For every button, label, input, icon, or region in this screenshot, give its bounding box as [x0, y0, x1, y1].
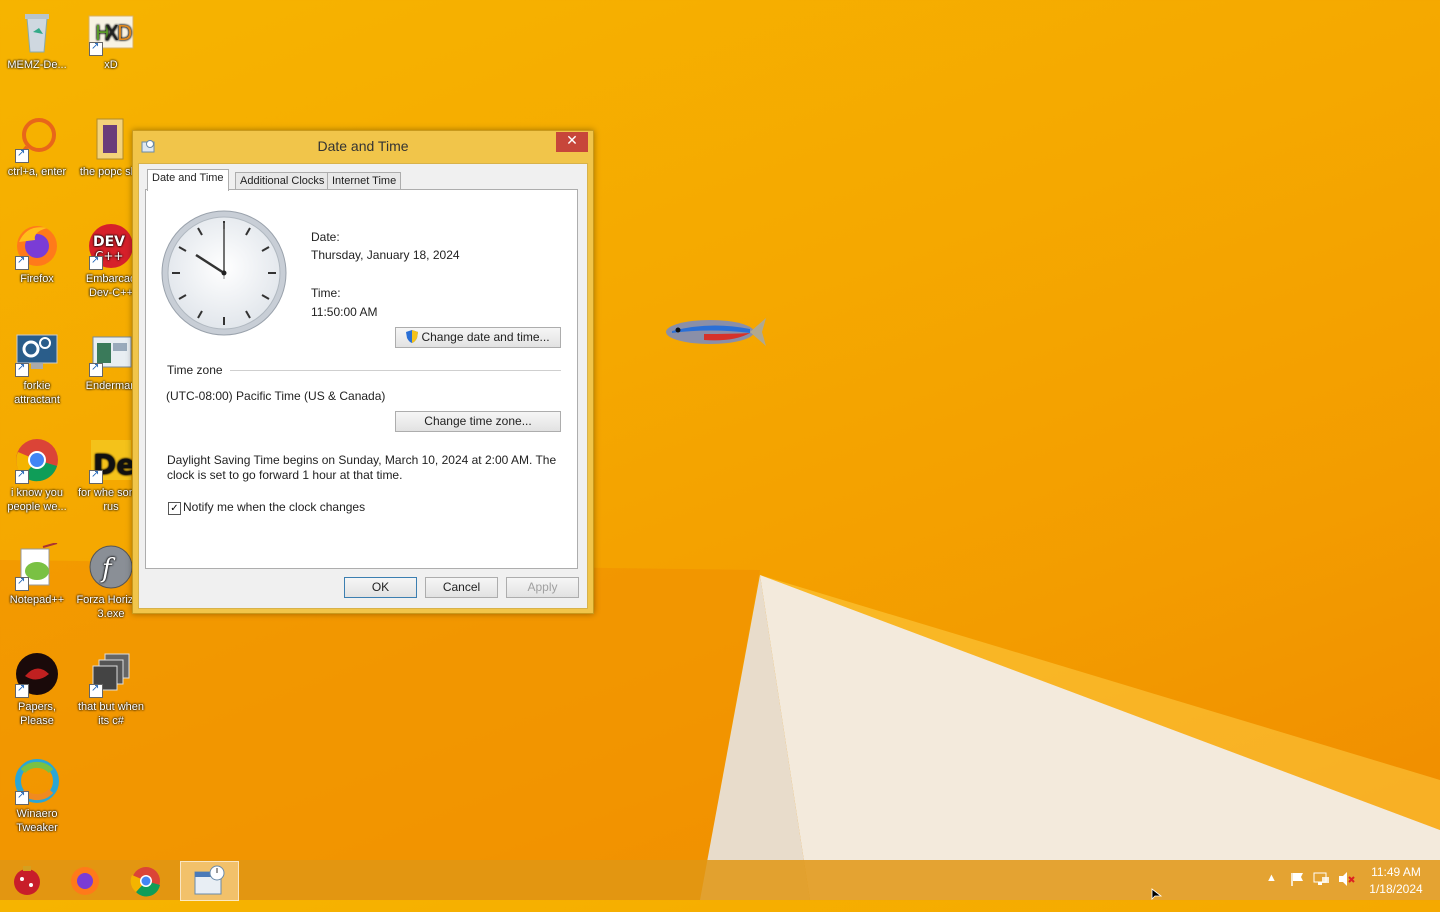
svg-text:DEV: DEV	[93, 234, 125, 250]
dialog-titlebar[interactable]: Date and Time ✕	[133, 131, 593, 161]
cancel-button[interactable]: Cancel	[425, 577, 498, 598]
desktop-icon-label: that but when its c#	[77, 701, 145, 727]
ok-button[interactable]: OK	[344, 577, 417, 598]
de-icon: De	[87, 436, 135, 484]
tab-panel: Date: Thursday, January 18, 2024 Time: 1…	[145, 189, 578, 569]
desktop-icon-label: Firefox	[20, 273, 54, 285]
tab-date-and-time[interactable]: Date and Time	[147, 169, 229, 191]
notify-checkbox[interactable]: ✓	[168, 502, 181, 515]
dst-notice-line2: clock is set to go forward 1 hour at tha…	[167, 468, 403, 482]
flash-icon: f	[87, 543, 135, 591]
fish-image	[666, 318, 766, 346]
date-time-dialog: Date and Time ✕ Date and Time Additional…	[132, 130, 594, 614]
desktop-icon-label: Papers, Please	[18, 701, 56, 727]
network-icon[interactable]	[1313, 871, 1331, 911]
taskbar-firefox[interactable]	[58, 861, 114, 899]
date-time-app-icon	[194, 865, 225, 895]
apply-button[interactable]: Apply	[506, 577, 579, 598]
desktop-icon-chrome[interactable]: i know you people we...	[0, 432, 74, 514]
volume-muted-icon[interactable]	[1338, 871, 1356, 911]
xd-icon: HXD	[87, 8, 135, 56]
change-time-zone-button[interactable]: Change time zone...	[395, 411, 561, 432]
desktop-icon-label: xD	[104, 59, 118, 71]
window-icon	[87, 329, 135, 377]
desktop-icon-label: ctrl+a, enter	[7, 166, 67, 178]
monitor-gear-icon	[13, 329, 61, 377]
stack-icon	[87, 650, 135, 698]
taskbar: ▲ 11:49 AM 1/18/2024	[0, 860, 1440, 901]
chrome-icon	[130, 867, 160, 897]
action-center-flag-icon[interactable]	[1289, 871, 1305, 911]
timezone-heading: Time zone	[167, 363, 223, 377]
desktop-icon-ctrl-a[interactable]: ctrl+a, enter	[0, 111, 74, 179]
firefox-icon	[13, 222, 61, 270]
change-date-time-label: Change date and time...	[421, 330, 550, 344]
dialog-body: Date and Time Additional Clocks Internet…	[138, 163, 588, 609]
clock-time: 11:49 AM	[1371, 865, 1421, 879]
time-value: 11:50:00 AM	[311, 305, 378, 319]
desktop-icon-label: Notepad++	[9, 594, 65, 606]
notepadpp-icon	[13, 542, 61, 591]
date-label: Date:	[311, 230, 340, 244]
dialog-title: Date and Time	[317, 138, 409, 154]
folder-icon	[87, 115, 135, 163]
memz-ornament-icon	[14, 866, 40, 895]
desktop-icon-xd[interactable]: HXD xD	[74, 4, 148, 72]
search-ring-icon	[13, 115, 61, 163]
desktop-icon-label: i know you people we...	[7, 487, 67, 513]
svg-text:D: D	[117, 21, 132, 45]
timezone-divider	[230, 370, 561, 371]
date-value: Thursday, January 18, 2024	[311, 248, 460, 262]
desktop-icon-label: forkie attractant	[14, 380, 60, 406]
change-date-time-button[interactable]: Change date and time...	[395, 327, 561, 348]
desktop-icon-csharp[interactable]: that but when its c#	[74, 646, 148, 728]
firefox-icon	[71, 867, 99, 895]
taskbar-clock[interactable]: 11:49 AM 1/18/2024	[1356, 864, 1436, 898]
dst-notice-line1: Daylight Saving Time begins on Sunday, M…	[167, 453, 557, 467]
desktop-icon-label: Winaero Tweaker	[16, 808, 58, 834]
analog-clock	[161, 210, 287, 336]
desktop-icon-winaero[interactable]: Winaero Tweaker	[0, 753, 74, 835]
desktop-icon-label: MEMZ-De...	[7, 59, 67, 71]
desktop-icon-memz[interactable]: MEMZ-De...	[0, 4, 74, 72]
mouse-cursor	[1151, 888, 1163, 900]
notify-label: Notify me when the clock changes	[183, 500, 366, 514]
close-button[interactable]: ✕	[556, 132, 588, 152]
devcpp-icon: DEV C++	[87, 222, 135, 270]
uac-shield-icon	[406, 330, 419, 348]
recycle-bin-icon	[13, 8, 61, 56]
timezone-value: (UTC-08:00) Pacific Time (US & Canada)	[166, 389, 386, 403]
time-label: Time:	[311, 286, 341, 300]
papers-please-icon	[13, 650, 61, 698]
chrome-icon	[13, 436, 61, 484]
desktop-icon-forkie[interactable]: forkie attractant	[0, 325, 74, 407]
show-hidden-icons-chevron[interactable]: ▲	[1266, 872, 1277, 912]
taskbar-chrome[interactable]	[118, 861, 174, 899]
winaero-icon	[13, 757, 61, 805]
desktop-icon-papers-please[interactable]: Papers, Please	[0, 646, 74, 728]
taskbar-memz[interactable]	[0, 861, 56, 899]
desktop-icon-notepadpp[interactable]: Notepad++	[0, 539, 74, 607]
clock-date: 1/18/2024	[1369, 882, 1423, 896]
taskbar-date-time[interactable]	[180, 861, 239, 901]
desktop-icon-firefox[interactable]: Firefox	[0, 218, 74, 286]
